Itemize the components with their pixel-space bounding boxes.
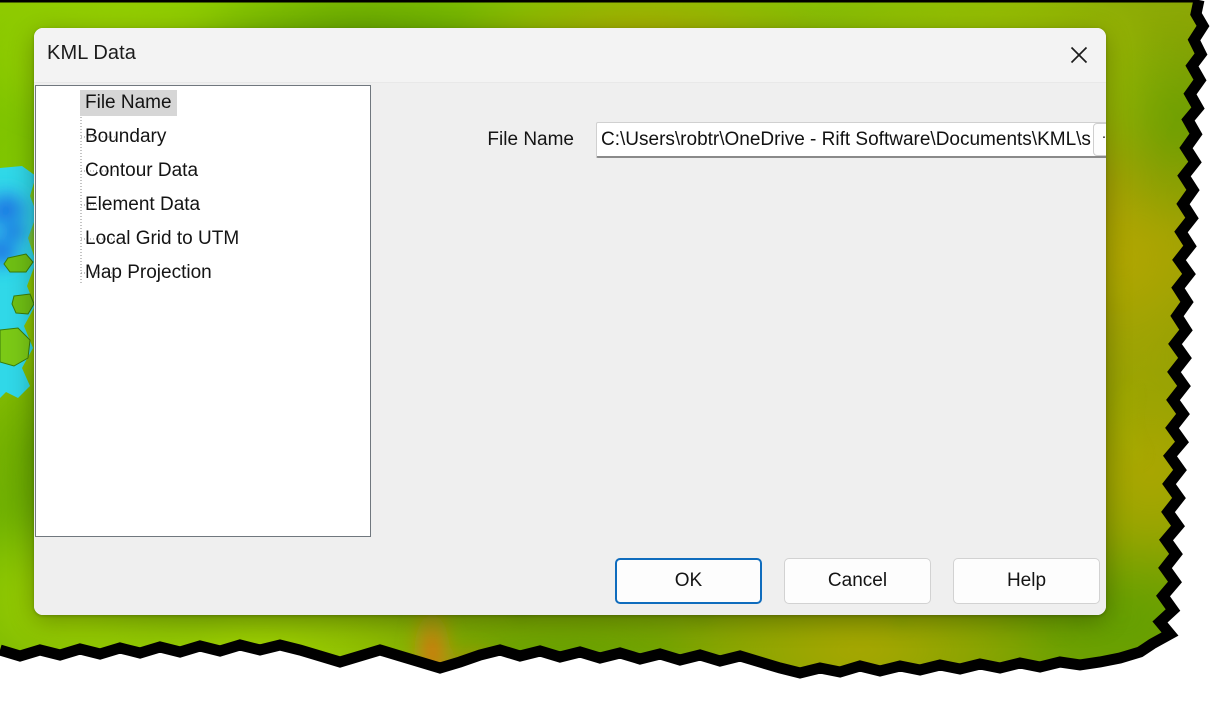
- close-icon[interactable]: [1052, 28, 1106, 82]
- tree-item-label: Map Projection: [85, 262, 212, 283]
- file-name-label: File Name: [487, 129, 574, 150]
- file-name-input[interactable]: [596, 122, 1106, 158]
- browse-ellipsis-button[interactable]: ···: [1093, 123, 1106, 156]
- tree-item-file-name[interactable]: File Name: [36, 86, 370, 120]
- dialog-body: File Name Boundary Contour Data Element …: [34, 83, 1106, 615]
- kml-data-dialog: KML Data File Name Boundary Contour Data…: [34, 28, 1106, 615]
- help-button[interactable]: Help: [953, 558, 1100, 604]
- tree-item-label: File Name: [80, 90, 177, 116]
- dialog-title: KML Data: [47, 42, 136, 64]
- file-name-field-row: File Name ···: [410, 122, 1106, 158]
- tree-items: File Name Boundary Contour Data Element …: [36, 86, 370, 290]
- tree-item-map-projection[interactable]: Map Projection: [36, 256, 370, 290]
- form-pane: File Name ···: [371, 83, 1106, 543]
- tree-item-label: Local Grid to UTM: [85, 228, 240, 249]
- dialog-footer: OK Cancel Help: [615, 558, 1100, 604]
- tree-item-label: Boundary: [85, 126, 167, 147]
- tree-item-label: Element Data: [85, 194, 201, 215]
- tree-item-element-data[interactable]: Element Data: [36, 188, 370, 222]
- section-tree-panel[interactable]: File Name Boundary Contour Data Element …: [35, 85, 371, 537]
- cancel-button[interactable]: Cancel: [784, 558, 931, 604]
- tree-item-label: Contour Data: [85, 160, 199, 181]
- file-name-input-wrap: ···: [596, 122, 1106, 158]
- close-glyph: [1070, 46, 1088, 64]
- tree-item-contour-data[interactable]: Contour Data: [36, 154, 370, 188]
- tree-item-boundary[interactable]: Boundary: [36, 120, 370, 154]
- tree-item-local-grid-to-utm[interactable]: Local Grid to UTM: [36, 222, 370, 256]
- ok-button[interactable]: OK: [615, 558, 762, 604]
- screen: KML Data File Name Boundary Contour Data…: [0, 0, 1220, 721]
- dialog-titlebar: KML Data: [34, 28, 1106, 83]
